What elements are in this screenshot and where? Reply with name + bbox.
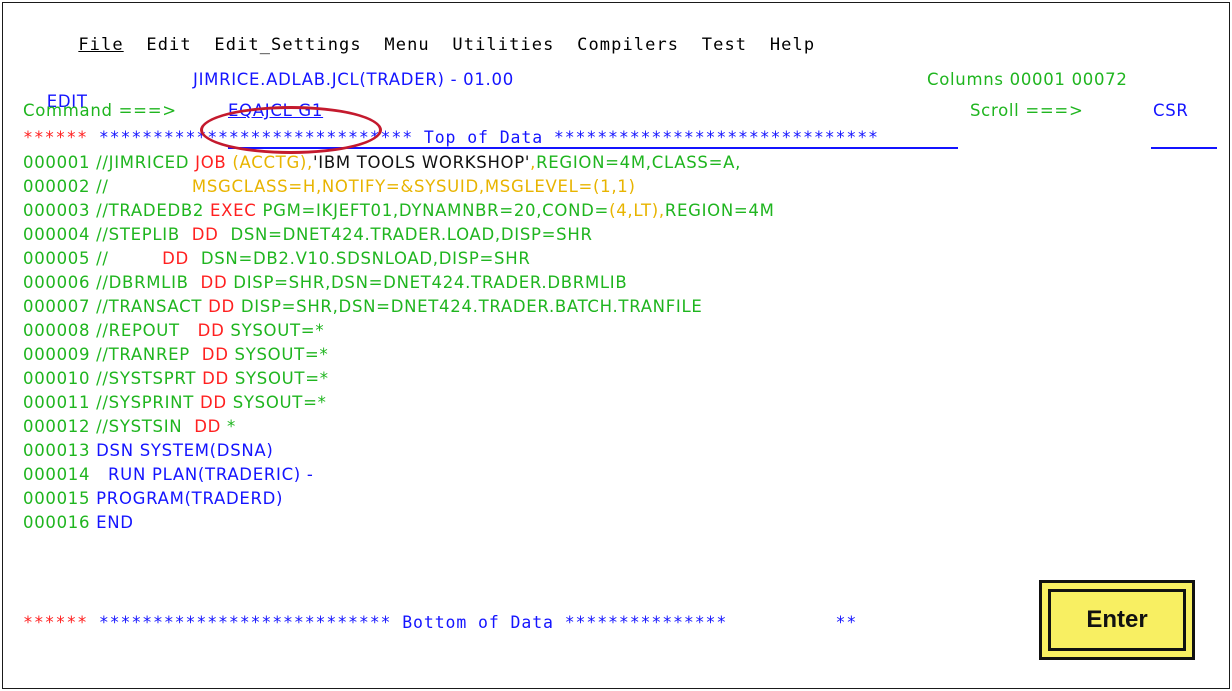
line-text: DISP=SHR,DSN=DNET424.TRADER.DBRMLIB [227,273,628,292]
line-text: DSN=DB2.V10.SDSNLOAD,DISP=SHR [188,249,531,268]
columns-indicator: Columns 00001 00072 [927,70,1128,89]
line-text: MSGCLASS=H,NOTIFY=&SYSUID,MSGLEVEL=(1,1) [191,177,636,196]
menu-item-menu[interactable]: Menu [384,35,429,55]
dataset-name: JIMRICE.ADLAB.JCL(TRADER) - 01.00 [193,70,514,89]
line-text: DD [197,321,225,340]
line-number[interactable]: 000014 [23,465,90,484]
line-text: //REPOUT [90,321,198,340]
line-text: DD [199,393,227,412]
command-label: Command ===> [23,101,177,120]
source-line[interactable]: 000003 //TRADEDB2 EXEC PGM=IKJEFT01,DYNA… [23,200,775,222]
menu-item-utilities[interactable]: Utilities [452,35,554,55]
line-text: DD [194,417,222,436]
line-text: // [90,177,192,196]
source-line[interactable]: 000016 END [23,512,134,534]
line-text: * [221,417,236,436]
scroll-field-underline [1151,147,1217,149]
source-line[interactable]: 000007 //TRANSACT DD DISP=SHR,DSN=DNET42… [23,296,703,318]
line-text: //SYSPRINT [90,393,200,412]
scroll-input[interactable]: CSR [1153,100,1189,122]
line-number[interactable]: 000013 [23,441,90,460]
line-text: SYSOUT=* [228,345,329,364]
line-text: DSN=DNET424.TRADER.LOAD,DISP=SHR [218,225,593,244]
menu-item-test[interactable]: Test [702,35,747,55]
menu-item-file[interactable]: File [78,35,123,55]
line-number[interactable]: 000004 [23,225,90,244]
line-text: SYSOUT=* [224,321,325,340]
line-number[interactable]: 000006 [23,273,90,292]
line-text: SYSOUT=* [228,369,329,388]
command-highlight-ellipse [200,106,382,154]
source-line[interactable]: 000012 //SYSTSIN DD * [23,416,236,438]
ispf-edit-window: File Edit Edit_Settings Menu Utilities C… [2,2,1230,689]
top-stars: ****** [23,128,89,147]
line-text: 'IBM TOOLS WORKSHOP' [313,153,531,172]
source-line[interactable]: 000010 //SYSTSPRT DD SYSOUT=* [23,368,329,390]
menu-item-help[interactable]: Help [770,35,815,55]
line-text: (4,LT), [609,201,665,220]
line-number[interactable]: 000008 [23,321,90,340]
line-text: PGM=IKJEFT01,DYNAMNBR=20,COND= [256,201,610,220]
bottom-of-data-line: ****** *************************** Botto… [23,612,857,634]
line-number[interactable]: 000010 [23,369,90,388]
line-text: DD [162,249,189,268]
line-number[interactable]: 000002 [23,177,90,196]
source-line[interactable]: 000006 //DBRMLIB DD DISP=SHR,DSN=DNET424… [23,272,627,294]
line-number[interactable]: 000011 [23,393,90,412]
line-text: DD [202,369,229,388]
source-line[interactable]: 000002 // MSGCLASS=H,NOTIFY=&SYSUID,MSGL… [23,176,636,198]
line-text: //TRADEDB2 [90,201,211,220]
line-text: DD [191,225,219,244]
source-line[interactable]: 000005 // DD DSN=DB2.V10.SDSNLOAD,DISP=S… [23,248,531,270]
line-text: EXEC [210,201,257,220]
menu-item-edit[interactable]: Edit [146,35,191,55]
line-text: //TRANSACT [90,297,209,316]
line-text: //DBRMLIB [90,273,201,292]
source-line[interactable]: 000004 //STEPLIB DD DSN=DNET424.TRADER.L… [23,224,593,246]
line-text: //SYSTSIN [90,417,195,436]
line-text: REGION=4M [664,201,775,220]
line-text: //SYSTSPRT [90,369,203,388]
line-number[interactable]: 000005 [23,249,90,268]
source-line[interactable]: 000011 //SYSPRINT DD SYSOUT=* [23,392,327,414]
line-text: END [90,513,134,532]
line-text: DD [201,345,229,364]
enter-key-button[interactable]: Enter [1039,580,1195,660]
line-text: SYSOUT=* [226,393,327,412]
line-text: (ACCTG), [226,153,314,172]
line-number[interactable]: 000009 [23,345,90,364]
bottom-of-data-banner: *************************** Bottom of Da… [88,613,858,632]
line-text: RUN PLAN(TRADERIC) - [90,465,314,484]
line-text: JOB [195,153,227,172]
line-text: //STEPLIB [90,225,192,244]
line-number[interactable]: 000001 [23,153,90,172]
menu-item-compilers[interactable]: Compilers [577,35,679,55]
line-number[interactable]: 000003 [23,201,90,220]
source-line[interactable]: 000008 //REPOUT DD SYSOUT=* [23,320,324,342]
bottom-stars: ****** [23,613,89,632]
edit-header: EDIT [23,69,88,111]
source-line[interactable]: 000013 DSN SYSTEM(DSNA) [23,440,274,462]
line-text: DSN SYSTEM(DSNA) [90,441,274,460]
line-text: DD [208,297,235,316]
line-text: DISP=SHR,DSN=DNET424.TRADER.BATCH.TRANFI… [234,297,703,316]
line-number[interactable]: 000016 [23,513,90,532]
line-number[interactable]: 000007 [23,297,90,316]
line-number[interactable]: 000015 [23,489,90,508]
source-line[interactable]: 000014 RUN PLAN(TRADERIC) - [23,464,314,486]
line-text: DD [200,273,228,292]
line-text: PROGRAM(TRADERD) [90,489,284,508]
line-text: //JIMRICED [90,153,196,172]
source-line[interactable]: 000001 //JIMRICED JOB (ACCTG),'IBM TOOLS… [23,152,741,174]
top-of-data-line: ****** ***************************** Top… [23,127,879,149]
menu-item-edit-settings[interactable]: Edit_Settings [214,35,361,55]
source-line[interactable]: 000009 //TRANREP DD SYSOUT=* [23,344,328,366]
line-number[interactable]: 000012 [23,417,90,436]
line-text: //TRANREP [90,345,202,364]
scroll-label: Scroll ===> [970,101,1084,120]
line-text: // [90,249,163,268]
source-line[interactable]: 000015 PROGRAM(TRADERD) [23,488,283,510]
line-text: REGION=4M,CLASS=A, [536,153,742,172]
menu-bar: File Edit Edit_Settings Menu Utilities C… [33,12,815,55]
